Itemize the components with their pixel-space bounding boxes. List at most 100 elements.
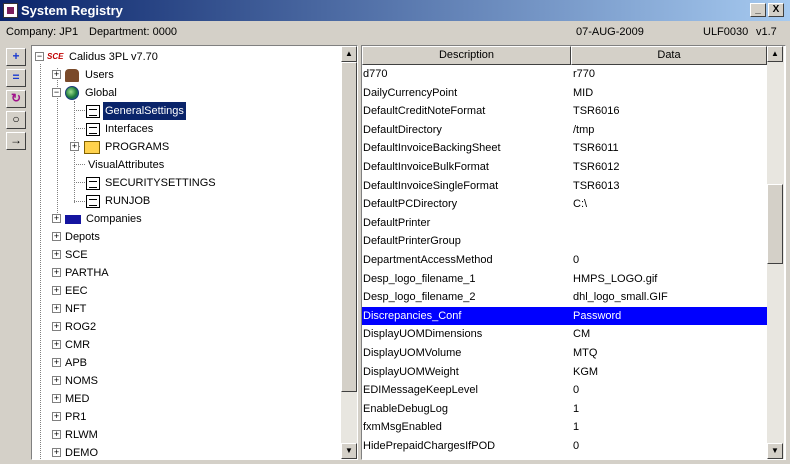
table-row[interactable]: Desp_logo_filename_2 dhl_logo_small.GIF: [362, 288, 767, 306]
scroll-thumb[interactable]: [341, 62, 357, 392]
close-button[interactable]: X: [768, 3, 784, 17]
expand-toggle[interactable]: +: [52, 376, 61, 385]
expand-toggle[interactable]: +: [52, 394, 61, 403]
description-cell: DefaultPCDirectory: [363, 198, 458, 211]
refresh-button[interactable]: ↻: [6, 90, 26, 108]
registry-tree[interactable]: − SCE Calidus 3PL v7.70 + Users − Global…: [31, 45, 358, 460]
tree-item-label: RUNJOB: [105, 195, 151, 207]
description-cell: DisplayUOMWeight: [363, 365, 459, 378]
tree-item-label: Global: [85, 87, 117, 99]
description-cell: DefaultInvoiceBackingSheet: [363, 142, 501, 155]
scroll-up-button[interactable]: ▲: [341, 46, 357, 62]
tree-item-label: PR1: [65, 411, 87, 423]
description-cell: Desp_logo_filename_1: [363, 272, 476, 285]
scroll-down-button[interactable]: ▼: [767, 443, 783, 459]
tree-item-label: PROGRAMS: [105, 141, 170, 153]
table-row[interactable]: DefaultInvoiceSingleFormat TSR6013: [362, 177, 767, 195]
description-cell: Desp_logo_filename_2: [363, 291, 476, 304]
expand-toggle[interactable]: +: [52, 340, 61, 349]
expand-toggle[interactable]: +: [52, 286, 61, 295]
scroll-down-button[interactable]: ▼: [341, 443, 357, 459]
tree-item-label: SCE: [65, 249, 88, 261]
table-row[interactable]: DefaultPrinter: [362, 214, 767, 232]
expand-toggle[interactable]: +: [52, 358, 61, 367]
table-row[interactable]: DefaultPrinterGroup: [362, 232, 767, 250]
column-header-description[interactable]: Description: [362, 46, 571, 65]
table-row[interactable]: DisplayUOMVolume MTQ: [362, 344, 767, 362]
goto-button[interactable]: →: [6, 132, 26, 150]
table-row[interactable]: DisplayUOMDimensions CM: [362, 325, 767, 343]
description-cell: DefaultDirectory: [363, 123, 442, 136]
data-cell: C:\: [573, 198, 588, 211]
description-cell: DefaultPrinterGroup: [363, 235, 461, 248]
table-row[interactable]: DefaultPCDirectory C:\: [362, 195, 767, 213]
data-cell: 0: [573, 384, 580, 397]
table-row[interactable]: DefaultDirectory/tmp: [362, 121, 767, 139]
description-cell: fxmMsgEnabled: [363, 421, 442, 434]
tree-item-label: NFT: [65, 303, 87, 315]
version-label: v1.7: [756, 26, 777, 38]
table-row[interactable]: DepartmentAccessMethod 0: [362, 251, 767, 269]
table-row[interactable]: DisplayUOMWeight KGM: [362, 363, 767, 381]
table-row[interactable]: DefaultInvoiceBackingSheet TSR6011: [362, 139, 767, 157]
status-bar: Company: JP1 Department: 0000 07-AUG-200…: [0, 23, 790, 41]
table-row[interactable]: d770 r770: [362, 65, 767, 83]
tree-item-label: MED: [65, 393, 90, 405]
expand-toggle[interactable]: +: [52, 448, 61, 457]
tree-item-label: Interfaces: [105, 123, 154, 135]
globe-icon: [65, 86, 79, 100]
expand-toggle[interactable]: +: [52, 250, 61, 259]
collapse-toggle[interactable]: −: [35, 52, 44, 61]
expand-toggle[interactable]: +: [52, 412, 61, 421]
description-cell: DisplayUOMDimensions: [363, 328, 483, 341]
app-icon: [3, 3, 18, 18]
expand-toggle[interactable]: +: [52, 214, 61, 223]
registry-grid[interactable]: Description Data d770 r770 DailyCurrencyPo…: [361, 45, 786, 460]
expand-toggle[interactable]: +: [70, 142, 79, 151]
data-cell: TSR6011: [573, 142, 619, 155]
expand-all-button[interactable]: +: [6, 48, 26, 66]
minimize-button[interactable]: _: [750, 3, 766, 17]
description-cell: DepartmentAccessMethod: [363, 254, 493, 266]
expand-toggle[interactable]: +: [52, 70, 61, 79]
data-cell: HMPS_LOGO.gif: [573, 272, 658, 285]
table-row[interactable]: DefaultInvoiceBulkFormat TSR6012: [362, 158, 767, 176]
scroll-up-button[interactable]: ▲: [767, 46, 783, 62]
data-cell: /tmp: [573, 123, 595, 136]
tree-scrollbar[interactable]: ▲ ▼: [341, 46, 357, 459]
tree-item-label: CMR: [65, 339, 91, 351]
collapse-toggle[interactable]: −: [52, 88, 61, 97]
table-row[interactable]: EDIMessageKeepLevel 0: [362, 381, 767, 399]
tree-item-label: DEMO: [65, 447, 98, 459]
table-row[interactable]: DefaultCreditNoteFormat TSR6016: [362, 102, 767, 120]
description-cell: DefaultPrinter: [363, 216, 431, 229]
tree-item-label: Users: [85, 69, 114, 81]
table-row[interactable]: HidePrepaidChargesIfPOD 0: [362, 437, 767, 455]
expand-toggle[interactable]: +: [52, 268, 61, 277]
table-row[interactable]: Discrepancies_Conf Password: [362, 306, 767, 325]
grid-scrollbar[interactable]: ▲ ▼: [767, 46, 784, 459]
scroll-thumb[interactable]: [767, 184, 783, 264]
description-cell: DefaultInvoiceSingleFormat: [363, 179, 499, 192]
tree-item-label: RLWM: [65, 429, 98, 441]
description-cell: EDIMessageKeepLevel: [363, 384, 478, 397]
description-cell: DefaultCreditNoteFormat: [363, 105, 486, 118]
data-cell: TSR6016: [573, 105, 620, 118]
department-label: Department: 0000: [89, 26, 178, 38]
expand-toggle[interactable]: +: [52, 322, 61, 331]
column-header-data[interactable]: Data: [571, 46, 767, 65]
tree-item-label: SECURITYSETTINGS: [105, 177, 216, 189]
collapse-all-button[interactable]: =: [6, 69, 26, 87]
description-cell: Discrepancies_Conf: [363, 309, 462, 322]
table-row[interactable]: EnableDebugLog 1: [362, 400, 767, 418]
document-icon: [86, 195, 100, 208]
expand-toggle[interactable]: +: [52, 304, 61, 313]
expand-toggle[interactable]: +: [52, 232, 61, 241]
table-row[interactable]: fxmMsgEnabled 1: [362, 418, 767, 436]
table-row[interactable]: Desp_logo_filename_1 HMPS_LOGO.gif: [362, 270, 767, 288]
tree-item-label: ROG2: [65, 321, 97, 333]
data-cell: KGM: [573, 365, 599, 378]
expand-toggle[interactable]: +: [52, 430, 61, 439]
table-row[interactable]: DailyCurrencyPoint MID: [362, 84, 767, 102]
find-button[interactable]: ○: [6, 111, 26, 129]
